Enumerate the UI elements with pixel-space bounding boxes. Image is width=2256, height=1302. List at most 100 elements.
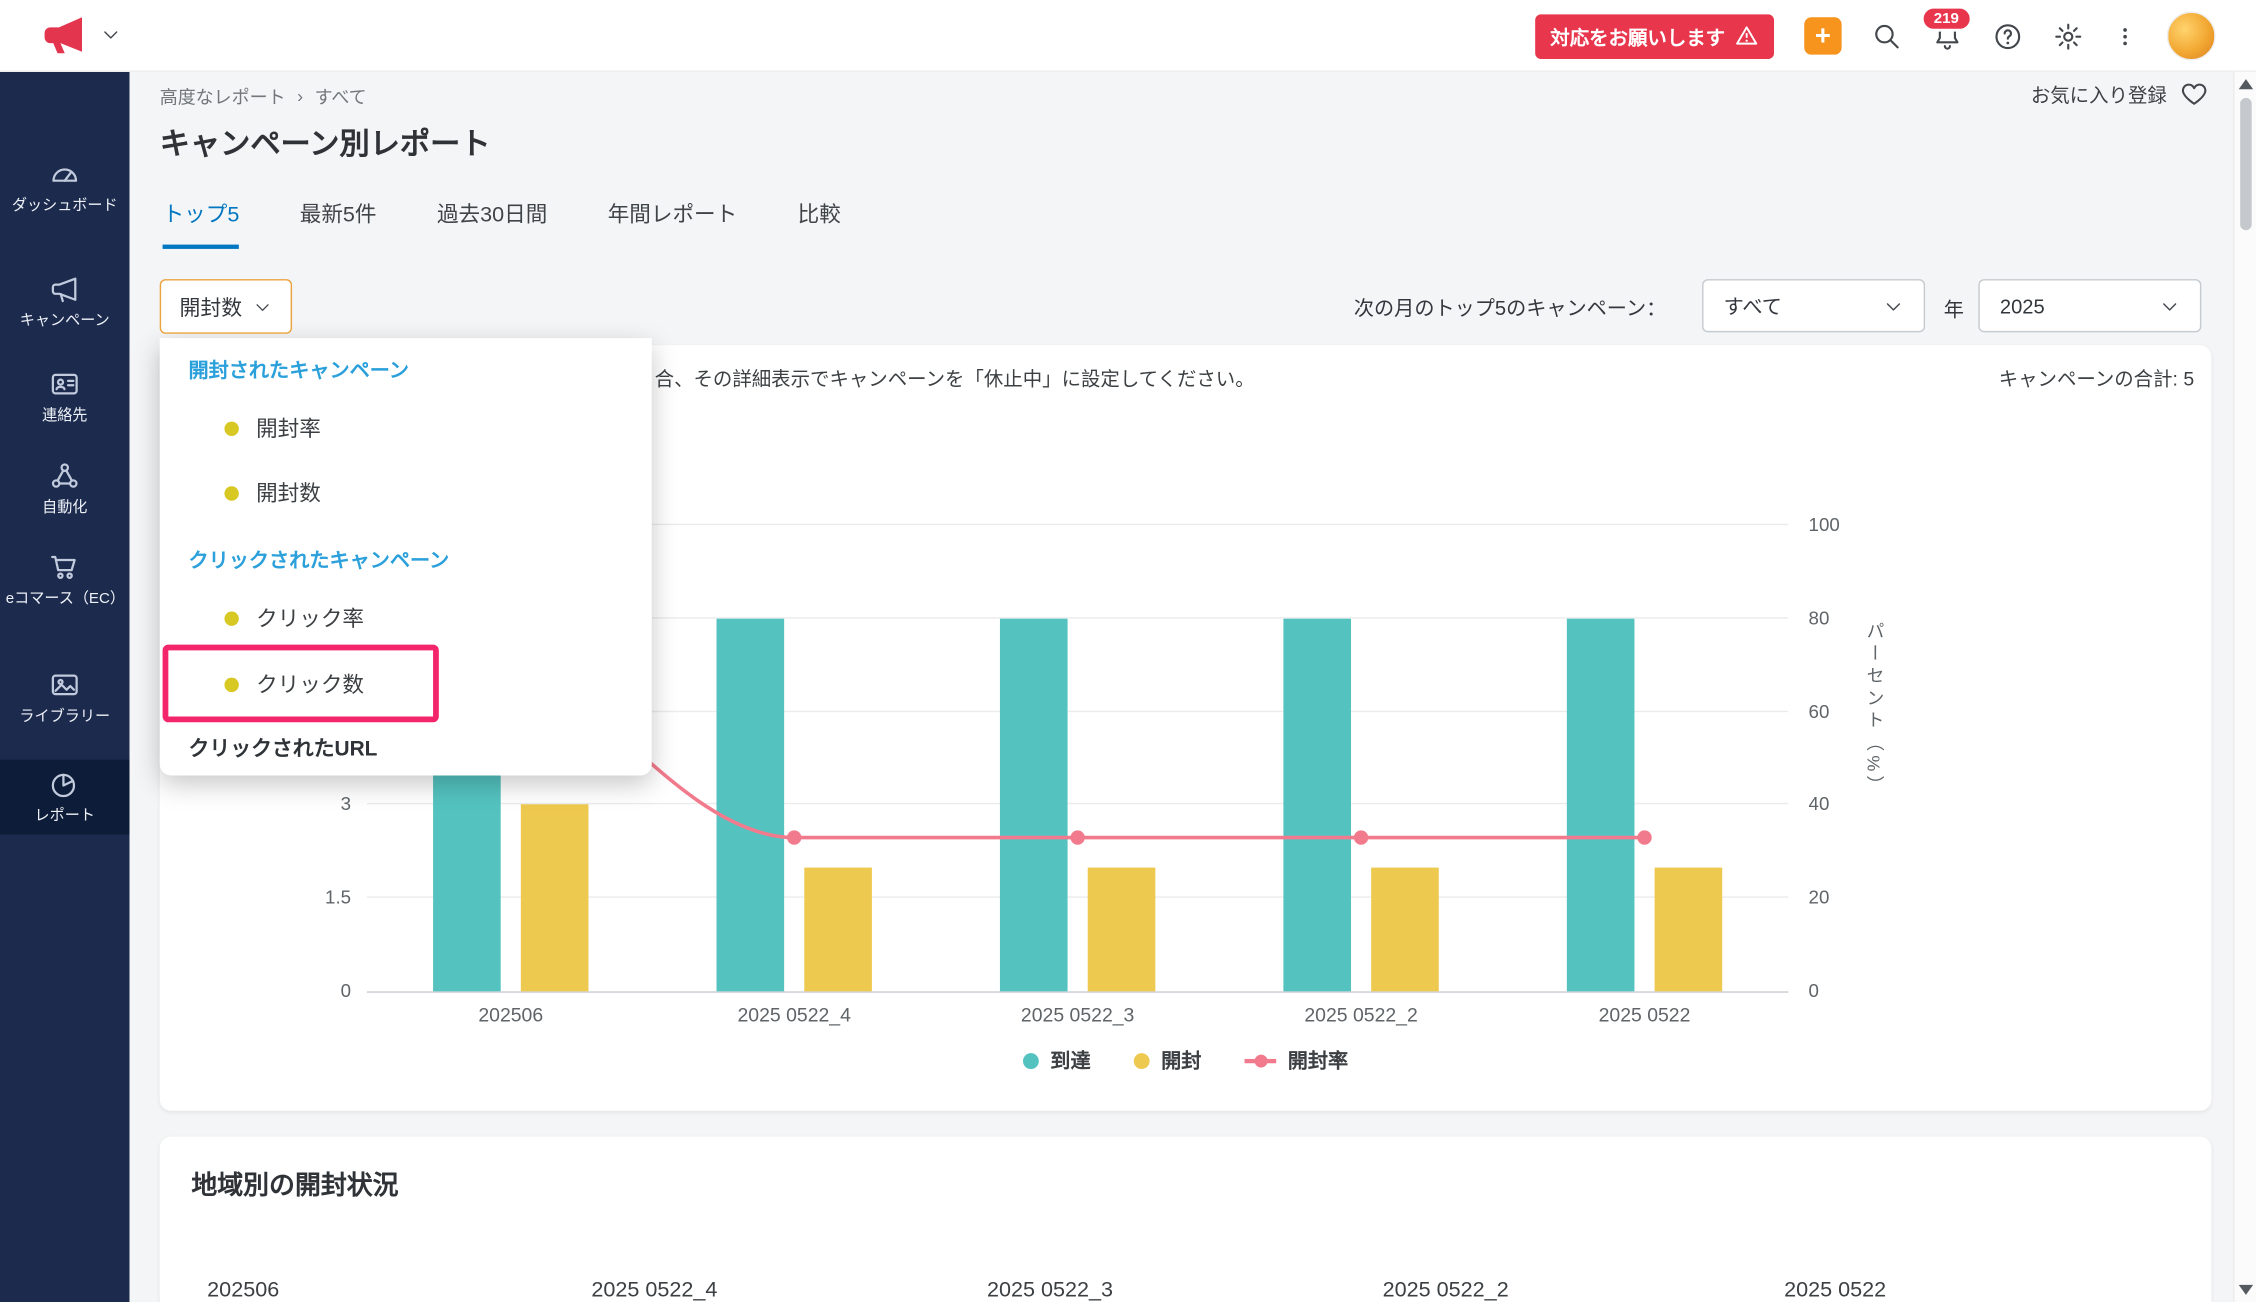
menu-option-click-count[interactable]: クリック数 [224,669,364,699]
legend-item-reach[interactable]: 到達 [1023,1046,1091,1075]
scroll-down-arrow-icon[interactable] [2239,1285,2253,1295]
right-axis-tick: 80 [1809,607,1881,629]
page-title: キャンペーン別レポート [160,121,491,164]
year-select-value: 2025 [2000,294,2045,317]
settings-gear-icon[interactable] [2053,21,2083,51]
pie-chart-icon [49,768,81,800]
sidebar-label: 連絡先 [6,407,124,427]
yellow-dot-icon [224,486,238,500]
sidebar-label: eコマース（EC） [6,590,124,610]
campaign-filter-select[interactable]: すべて [1702,279,1925,332]
right-axis-tick: 100 [1809,514,1881,536]
plus-icon: + [1815,22,1831,49]
x-axis-label: 2025 0522_3 [963,1004,1193,1026]
menu-section-opened-campaigns: 開封されたキャンペーン [188,355,409,384]
region-column-header: 2025 0522_2 [1383,1278,1509,1302]
metric-dropdown-menu: 開封されたキャンペーン 開封率 開封数 クリックされたキャンペーン クリック率 … [160,338,652,775]
breadcrumb-all[interactable]: すべて [315,82,367,109]
menu-option-clicked-url[interactable]: クリックされたURL [188,732,377,762]
year-select[interactable]: 2025 [1978,279,2201,332]
open-rate-point[interactable] [1070,830,1084,844]
menu-option-label: クリック率 [256,603,364,633]
chevron-down-icon [254,297,273,316]
sidebar-label: レポート [6,807,124,827]
region-column-header: 2025 0522_3 [987,1278,1113,1302]
breadcrumb: 高度なレポート › すべて [160,82,367,109]
x-axis-label: 202506 [396,1004,626,1026]
screen: 対応をお願いします + 219 [0,0,2256,1302]
notifications[interactable]: 219 [1932,21,1962,51]
user-avatar[interactable] [2167,12,2216,61]
legend-openrate-label: 開封率 [1288,1046,1348,1075]
attention-required-button[interactable]: 対応をお願いします [1534,14,1774,59]
logo-chevron-down-icon[interactable] [101,24,121,44]
menu-option-click-rate[interactable]: クリック率 [224,603,364,633]
menu-option-open-rate[interactable]: 開封率 [224,413,320,443]
yellow-dot-icon [224,421,238,435]
megaphone-icon [49,273,81,305]
opens-swatch-icon [1134,1052,1150,1068]
breadcrumb-separator-icon: › [297,86,303,106]
open-rate-point[interactable] [1354,830,1368,844]
heart-icon[interactable] [2180,79,2209,108]
open-rate-point[interactable] [787,830,801,844]
yellow-dot-icon [224,677,238,691]
region-card-title: 地域別の開封状況 [191,1165,398,1202]
notification-badge: 219 [1921,5,1972,32]
page-scrollbar[interactable] [2233,72,2256,1302]
tab-yearly[interactable]: 年間レポート [608,199,738,249]
sidebar-item-automation[interactable]: 自動化 [0,460,129,518]
contact-card-icon [49,368,81,400]
tab-latest5[interactable]: 最新5件 [300,199,377,249]
dashboard-gauge-icon [49,158,81,190]
right-axis-tick: 60 [1809,700,1881,722]
scrollbar-thumb[interactable] [2240,98,2252,230]
top5-filter-label: 次の月のトップ5のキャンペーン： [1354,294,1666,323]
tab-last30days[interactable]: 過去30日間 [437,199,547,249]
sidebar-item-ecommerce[interactable]: eコマース（EC） [0,551,129,609]
report-tabs: トップ5 最新5件 過去30日間 年間レポート 比較 [163,199,841,249]
sidebar-label: キャンペーン [6,312,124,332]
chevron-down-icon [2160,296,2180,316]
tab-top5[interactable]: トップ5 [163,199,240,249]
automation-flow-icon [49,460,81,492]
menu-option-label: 開封数 [256,478,321,508]
left-axis-tick: 1.5 [279,887,351,909]
year-label: 年 [1944,295,1964,324]
x-axis-label: 2025 0522_4 [679,1004,909,1026]
metric-dropdown-button[interactable]: 開封数 [160,279,292,334]
sidebar-item-reports[interactable]: レポート [0,760,129,835]
create-new-button[interactable]: + [1804,17,1841,54]
sidebar-label: 自動化 [6,499,124,519]
legend-item-openrate[interactable]: 開封率 [1245,1046,1349,1075]
sidebar-item-campaigns[interactable]: キャンペーン [0,273,129,331]
menu-option-label: クリック数 [256,669,364,699]
pause-hint-text: 合、その詳細表示でキャンペーンを「休止中」に設定してください。 [655,363,1255,392]
chart-legend: 到達 開封 開封率 [160,1046,2212,1075]
sidebar-item-dashboard[interactable]: ダッシュボード [0,158,129,216]
left-axis-tick: 0 [279,980,351,1002]
open-rate-point[interactable] [1637,830,1651,844]
metric-dropdown-label: 開封数 [179,291,242,321]
scroll-up-arrow-icon[interactable] [2239,79,2253,89]
warning-triangle-icon [1735,24,1758,47]
cart-icon [49,551,81,583]
menu-option-open-count[interactable]: 開封数 [224,478,320,508]
right-axis-tick: 0 [1809,980,1881,1002]
favorite-register[interactable]: お気に入り登録 [2031,79,2209,108]
breadcrumb-advanced-reports[interactable]: 高度なレポート [160,82,286,109]
sidebar-item-contacts[interactable]: 連絡先 [0,368,129,426]
legend-item-opens[interactable]: 開封 [1134,1046,1202,1075]
region-column-header: 2025 0522_4 [591,1278,717,1302]
more-kebab-icon[interactable] [2114,21,2137,51]
yellow-dot-icon [224,611,238,625]
x-axis-label: 2025 0522_2 [1246,1004,1476,1026]
app-logo-icon[interactable] [40,12,86,58]
help-icon[interactable] [1993,21,2023,51]
top-bar: 対応をお願いします + 219 [0,0,2256,72]
search-icon[interactable] [1872,21,1902,51]
sidebar-item-library[interactable]: ライブラリー [0,669,129,727]
image-icon [49,669,81,701]
x-axis-label: 2025 0522 [1529,1004,1759,1026]
tab-compare[interactable]: 比較 [798,199,841,249]
